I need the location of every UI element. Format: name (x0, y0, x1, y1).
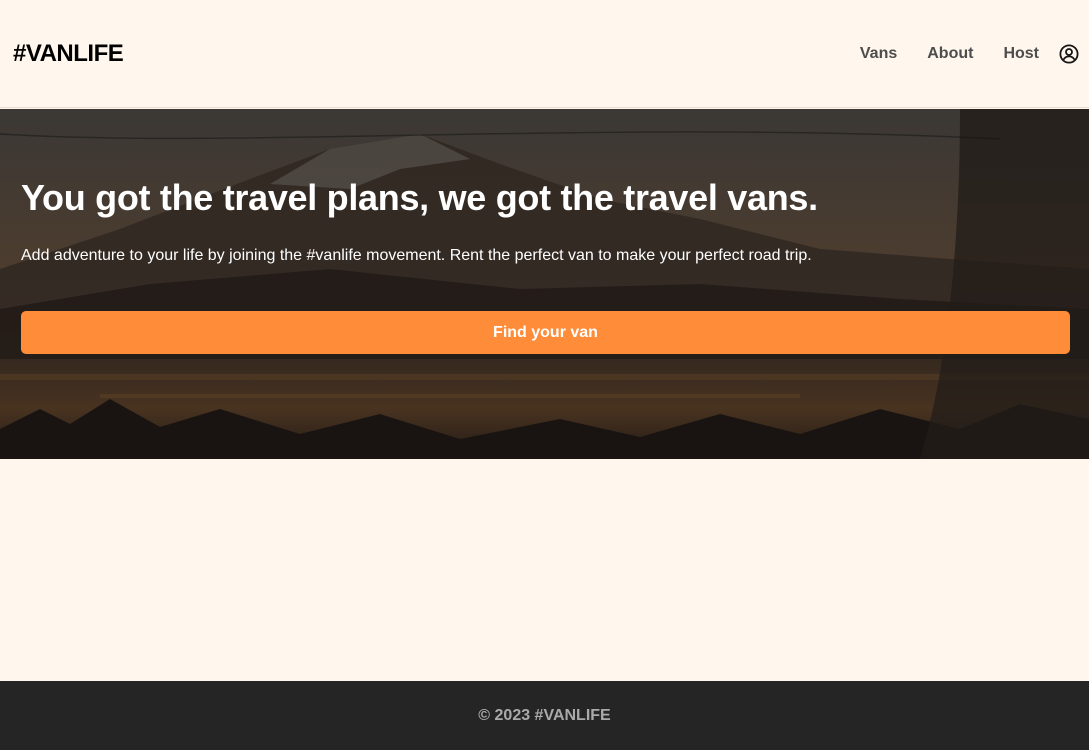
site-header: #VANLIFE Vans About Host (0, 0, 1089, 108)
site-logo-link[interactable]: #VANLIFE (13, 39, 124, 69)
main-nav: Vans About Host (860, 40, 1089, 68)
nav-link-about[interactable]: About (927, 40, 973, 68)
nav-link-host[interactable]: Host (1003, 40, 1039, 68)
hero-subtitle: Add adventure to your life by joining th… (21, 247, 812, 264)
nav-link-vans[interactable]: Vans (860, 40, 897, 68)
hero-section: You got the travel plans, we got the tra… (0, 109, 1089, 459)
user-circle-icon[interactable] (1059, 44, 1079, 64)
hero-title: You got the travel plans, we got the tra… (21, 177, 818, 218)
find-your-van-button[interactable]: Find your van (21, 311, 1070, 354)
site-footer: © 2023 #VANLIFE (0, 681, 1089, 750)
hero-background-image (0, 109, 1089, 459)
footer-copyright: © 2023 #VANLIFE (478, 706, 611, 724)
